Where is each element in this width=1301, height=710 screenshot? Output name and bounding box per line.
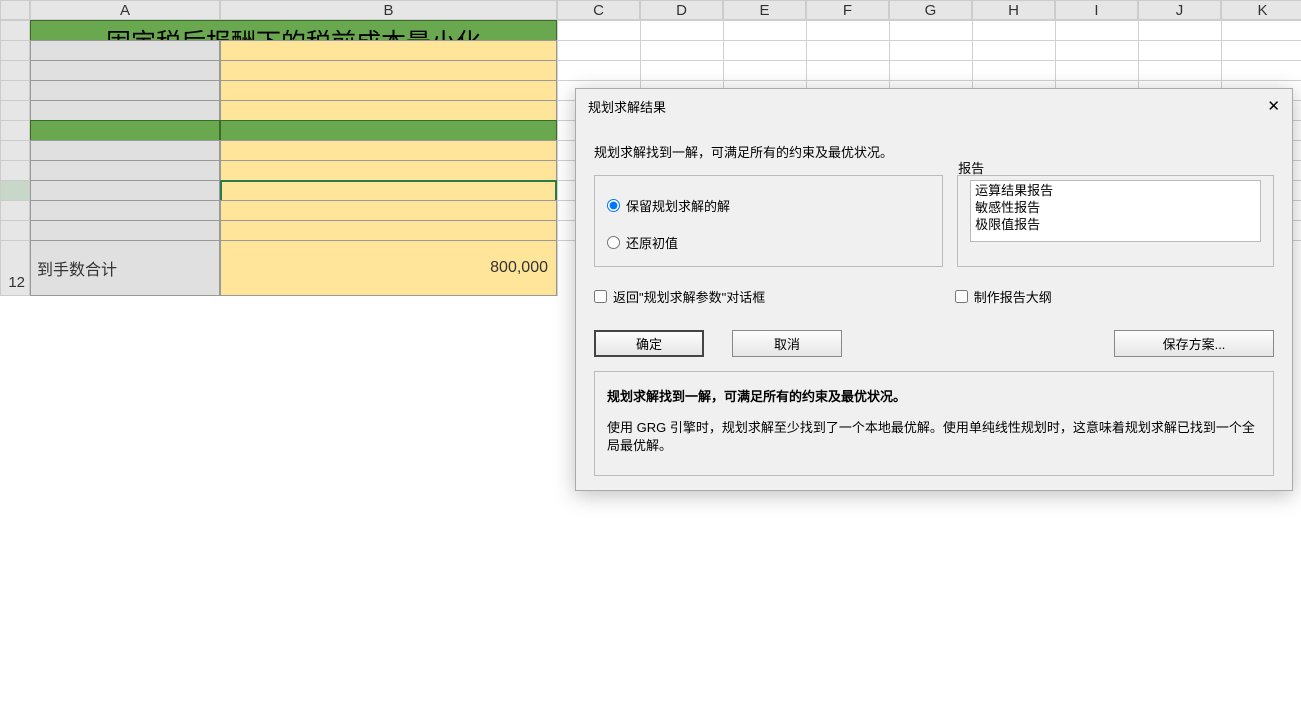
ok-button[interactable]: 确定	[594, 330, 704, 357]
checkbox-outline-input[interactable]	[955, 290, 968, 303]
value-cell[interactable]: 800,000	[220, 240, 557, 296]
report-item[interactable]: 敏感性报告	[975, 200, 1256, 217]
cancel-button[interactable]: 取消	[732, 330, 842, 357]
result-explanation-box: 规划求解找到一解，可满足所有的约束及最优状况。 使用 GRG 引擎时，规划求解至…	[594, 371, 1274, 476]
checkbox-return-label: 返回"规划求解参数"对话框	[613, 287, 765, 306]
col-header-G[interactable]: G	[889, 0, 972, 20]
reports-fieldset: 报告 运算结果报告 敏感性报告 极限值报告	[957, 175, 1274, 267]
result-detail: 使用 GRG 引擎时，规划求解至少找到了一个本地最优解。使用单纯线性规划时，这意…	[607, 419, 1261, 455]
radio-keep-solution[interactable]: 保留规划求解的解	[607, 196, 930, 215]
report-item[interactable]: 极限值报告	[975, 217, 1256, 234]
col-header-B[interactable]: B	[220, 0, 557, 20]
reports-listbox[interactable]: 运算结果报告 敏感性报告 极限值报告	[970, 180, 1261, 242]
col-header-F[interactable]: F	[806, 0, 889, 20]
label-cell[interactable]: 到手数合计	[30, 240, 220, 296]
dialog-title: 规划求解结果	[588, 97, 666, 116]
solver-results-dialog: 规划求解结果 ✕ 规划求解找到一解，可满足所有的约束及最优状况。 保留规划求解的…	[575, 88, 1293, 491]
col-header-I[interactable]: I	[1055, 0, 1138, 20]
radio-restore[interactable]: 还原初值	[607, 233, 930, 252]
checkbox-outline[interactable]: 制作报告大纲	[955, 287, 1274, 306]
save-scenario-button[interactable]: 保存方案...	[1114, 330, 1274, 357]
row-header-12[interactable]: 12	[0, 240, 30, 296]
close-icon[interactable]: ✕	[1267, 97, 1280, 116]
corner-cell[interactable]	[0, 0, 30, 20]
report-item[interactable]: 运算结果报告	[975, 183, 1256, 200]
col-header-J[interactable]: J	[1138, 0, 1221, 20]
col-header-K[interactable]: K	[1221, 0, 1301, 20]
col-header-H[interactable]: H	[972, 0, 1055, 20]
col-header-A[interactable]: A	[30, 0, 220, 20]
radio-keep-input[interactable]	[607, 199, 620, 212]
checkbox-return-input[interactable]	[594, 290, 607, 303]
checkbox-outline-label: 制作报告大纲	[974, 287, 1052, 306]
radio-restore-input[interactable]	[607, 236, 620, 249]
col-header-E[interactable]: E	[723, 0, 806, 20]
radio-restore-label: 还原初值	[626, 233, 678, 252]
result-summary: 规划求解找到一解，可满足所有的约束及最优状况。	[607, 386, 1261, 405]
reports-label: 报告	[958, 158, 984, 177]
solution-options-fieldset: 保留规划求解的解 还原初值	[594, 175, 943, 267]
col-header-D[interactable]: D	[640, 0, 723, 20]
col-header-C[interactable]: C	[557, 0, 640, 20]
radio-keep-label: 保留规划求解的解	[626, 196, 730, 215]
checkbox-return-params[interactable]: 返回"规划求解参数"对话框	[594, 287, 949, 306]
dialog-titlebar[interactable]: 规划求解结果 ✕	[576, 89, 1292, 124]
dialog-message: 规划求解找到一解，可满足所有的约束及最优状况。	[594, 142, 1274, 161]
